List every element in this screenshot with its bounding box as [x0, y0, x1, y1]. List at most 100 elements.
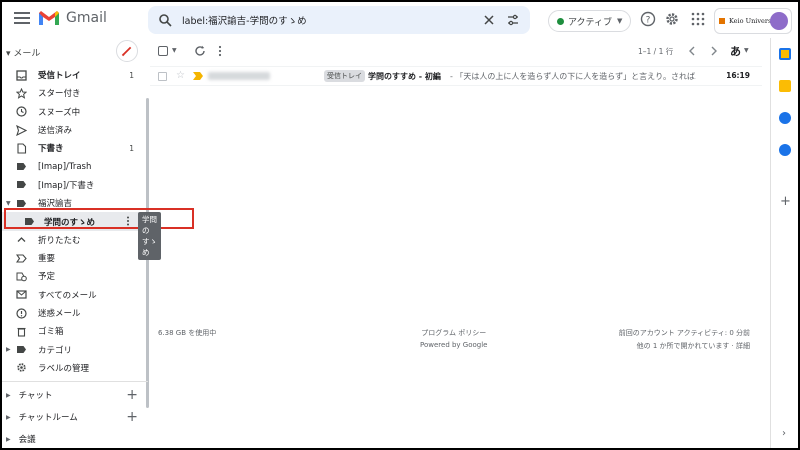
- activity-details-link[interactable]: 他の 1 か所で開かれています · 詳細: [618, 341, 750, 351]
- expand-triangle-icon: ▶: [6, 391, 11, 399]
- powered-by: Powered by Google: [420, 341, 488, 349]
- label-icon: [17, 163, 26, 171]
- trash-icon: [17, 327, 26, 337]
- search-bar[interactable]: label:福沢諭吉-学問のすゝめ: [148, 6, 530, 34]
- clear-search-icon[interactable]: [482, 13, 496, 27]
- sidebar-item-label: 予定: [38, 272, 56, 283]
- email-subject: 学問のすすめ - 初編: [368, 72, 441, 81]
- search-icon[interactable]: [158, 13, 172, 27]
- help-icon[interactable]: ?: [640, 11, 656, 27]
- settings-gear-icon[interactable]: [664, 11, 680, 27]
- compose-button[interactable]: [116, 40, 138, 62]
- pagination-info: 1–1 / 1 行: [638, 47, 674, 56]
- sidebar-item-label: 受信トレイ: [38, 71, 81, 82]
- main-menu-icon[interactable]: [14, 12, 30, 26]
- side-panel-rail: + ›: [770, 38, 798, 448]
- clock-icon: [16, 106, 27, 117]
- gmail-logo[interactable]: Gmail: [38, 10, 107, 26]
- contacts-icon[interactable]: [779, 144, 791, 156]
- svg-text:?: ?: [646, 16, 651, 26]
- list-toolbar: ▼ 1–1 / 1 行 あ ▼: [150, 38, 762, 64]
- sidebar-item[interactable]: 送信済み: [2, 121, 148, 139]
- sidebar-item[interactable]: [Imap]/下書き: [2, 176, 148, 194]
- email-snippet: - 「天は人の上に人を造らず人の下に人を造らず」と言えり。されば...: [450, 72, 696, 81]
- chevron-down-icon[interactable]: ▼: [744, 47, 749, 54]
- expand-triangle-icon: ▶: [6, 435, 11, 443]
- add-chat-icon[interactable]: +: [126, 387, 138, 403]
- app-name: Gmail: [66, 10, 107, 26]
- sidebar-item[interactable]: 折りたたむ: [2, 231, 148, 249]
- gear-icon: [17, 363, 26, 373]
- storage-usage: 6.38 GB を使用中: [158, 329, 217, 337]
- sidebar-item[interactable]: [Imap]/Trash: [2, 157, 148, 175]
- status-label: アクティブ: [568, 17, 613, 28]
- program-policy-link[interactable]: プログラム ポリシー: [420, 328, 487, 338]
- meeting-section[interactable]: ▶ 会議: [2, 430, 148, 448]
- search-options-icon[interactable]: [506, 13, 520, 27]
- unread-count: 1: [129, 70, 134, 80]
- add-chatroom-icon[interactable]: +: [126, 409, 138, 425]
- input-tools-button[interactable]: あ: [730, 43, 741, 59]
- sidebar: ▾ メール 受信トレイ 1 スター付き スヌーズ中 送信済み 下書き 1 [Imap]/Tra…: [2, 38, 194, 448]
- star-icon[interactable]: ☆: [176, 70, 185, 81]
- keep-icon[interactable]: [779, 80, 791, 92]
- chatroom-label: チャットルーム: [18, 413, 78, 423]
- sidebar-item[interactable]: 重要: [2, 249, 148, 267]
- expand-triangle-icon[interactable]: ▶: [6, 346, 11, 353]
- main-content: ▼ 1–1 / 1 行 あ ▼ ☆ 受信トレイ 学問のすすめ - 初編 - 「天…: [150, 38, 762, 448]
- label-icon: [17, 181, 26, 189]
- more-options-icon[interactable]: [218, 45, 222, 57]
- last-activity: 前回のアカウント アクティビティ: 0 分前: [618, 329, 750, 337]
- sidebar-item-label: 折りたたむ: [38, 235, 81, 246]
- important-marker-icon[interactable]: [193, 72, 203, 80]
- tasks-icon[interactable]: [779, 112, 791, 124]
- sidebar-item[interactable]: 受信トレイ 1: [2, 66, 148, 84]
- chevron-right-icon[interactable]: ›: [782, 428, 786, 439]
- sidebar-item[interactable]: 予定: [2, 267, 148, 285]
- email-row[interactable]: ☆ 受信トレイ 学問のすすめ - 初編 - 「天は人の上に人を造らず人の下に人を…: [150, 66, 762, 86]
- refresh-icon[interactable]: [194, 45, 206, 57]
- sidebar-item[interactable]: ラベルの管理: [2, 359, 148, 377]
- sidebar-item[interactable]: 迷惑メール: [2, 304, 148, 322]
- chat-section[interactable]: ▶ チャット +: [2, 386, 148, 404]
- sidebar-item-label: 送信済み: [38, 126, 73, 137]
- spam-icon: [16, 307, 27, 319]
- add-addon-icon[interactable]: +: [780, 194, 791, 209]
- calendar-icon[interactable]: [779, 48, 791, 60]
- scheduled-icon: [16, 272, 27, 282]
- chatroom-section[interactable]: ▶ チャットルーム +: [2, 408, 148, 426]
- label-more-options-icon[interactable]: [126, 216, 130, 226]
- label-icon: [17, 346, 26, 354]
- apps-grid-icon[interactable]: [690, 11, 706, 27]
- sidebar-divider: [2, 381, 148, 382]
- mail-section-label: メール: [13, 49, 41, 59]
- gmail-window: Gmail label:福沢諭吉-学問のすゝめ アクティブ ▼ ? Keio U…: [2, 2, 798, 448]
- sidebar-item-label: [Imap]/Trash: [38, 161, 92, 172]
- sidebar-item[interactable]: すべてのメール: [2, 286, 148, 304]
- sidebar-item[interactable]: スター付き: [2, 84, 148, 102]
- expand-triangle-icon[interactable]: ▼: [6, 200, 11, 207]
- sidebar-item-label: 重要: [38, 254, 56, 265]
- chat-label: チャット: [18, 391, 53, 401]
- sidebar-item[interactable]: ▶ カテゴリ: [2, 340, 148, 358]
- next-page-icon[interactable]: [708, 45, 720, 57]
- app-header: Gmail label:福沢諭吉-学問のすゝめ アクティブ ▼ ? Keio U…: [2, 2, 798, 38]
- sidebar-item[interactable]: ゴミ箱: [2, 322, 148, 340]
- select-all-checkbox[interactable]: [158, 46, 168, 56]
- footer-links: プログラム ポリシー Powered by Google: [420, 328, 487, 349]
- all-mail-icon: [16, 290, 27, 299]
- search-input[interactable]: label:福沢諭吉-学問のすゝめ: [182, 13, 307, 27]
- sidebar-item[interactable]: 下書き 1: [2, 139, 148, 157]
- row-checkbox[interactable]: [158, 72, 167, 81]
- avatar[interactable]: [770, 12, 788, 30]
- status-dropdown[interactable]: アクティブ ▼: [548, 10, 632, 32]
- pencil-icon: [121, 46, 132, 57]
- email-time: 16:19: [726, 71, 750, 80]
- account-switcher[interactable]: Keio University: [714, 8, 792, 34]
- sidebar-item[interactable]: スヌーズ中: [2, 103, 148, 121]
- previous-page-icon[interactable]: [686, 45, 698, 57]
- select-dropdown-icon[interactable]: ▼: [172, 47, 177, 54]
- sidebar-item-label: 下書き: [38, 144, 64, 155]
- mail-section-header[interactable]: ▾ メール: [6, 46, 40, 59]
- sidebar-item-label: スター付き: [38, 89, 81, 100]
